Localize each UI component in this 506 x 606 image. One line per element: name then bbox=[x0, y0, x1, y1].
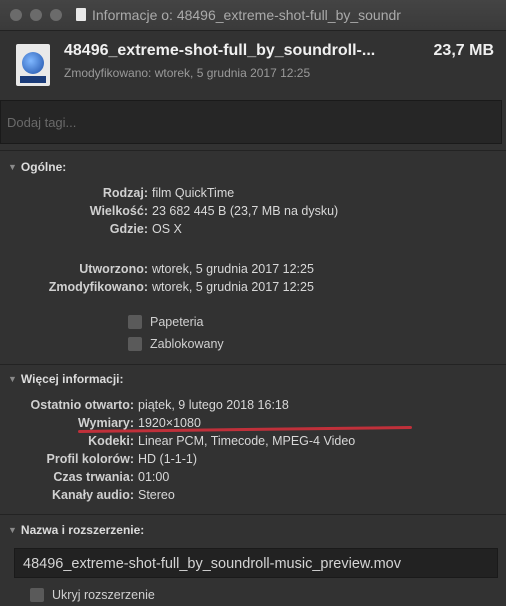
info-value-where: OS X bbox=[152, 222, 182, 236]
hide-extension-label: Ukryj rozszerzenie bbox=[52, 588, 155, 602]
file-size: 23,7 MB bbox=[433, 42, 494, 59]
title-bar: Informacje o: 48496_extreme-shot-full_by… bbox=[0, 0, 506, 31]
info-row-modified: Zmodyfikowano: bbox=[0, 280, 148, 298]
file-name: 48496_extreme-shot-full_by_soundroll-... bbox=[64, 42, 376, 59]
info-value-modified: wtorek, 5 grudnia 2017 12:25 bbox=[152, 280, 314, 294]
info-row-last-opened: Ostatnio otwarto: bbox=[0, 398, 134, 416]
info-value-duration: 01:00 bbox=[138, 470, 170, 484]
window-title: Informacje o: 48496_extreme-shot-full_by… bbox=[92, 7, 401, 23]
info-row-color-profile: Profil kolorów: bbox=[0, 452, 135, 470]
divider bbox=[0, 364, 506, 365]
info-label: Gdzie: bbox=[109, 222, 148, 236]
disclosure-triangle-icon[interactable]: ▼ bbox=[8, 162, 17, 172]
hide-extension-checkbox[interactable] bbox=[30, 588, 44, 602]
info-label: Wielkość: bbox=[89, 204, 148, 218]
info-value-color-profile: HD (1-1-1) bbox=[138, 452, 198, 466]
info-label: Utworzono: bbox=[79, 262, 148, 276]
info-row-where: Gdzie: bbox=[0, 222, 148, 240]
document-icon bbox=[76, 8, 86, 21]
tags-input[interactable] bbox=[0, 100, 502, 144]
info-row-codecs: Kodeki: bbox=[0, 434, 134, 452]
info-value-audio-channels: Stereo bbox=[138, 488, 175, 502]
stationery-checkbox[interactable] bbox=[128, 315, 142, 329]
info-value-created: wtorek, 5 grudnia 2017 12:25 bbox=[152, 262, 314, 276]
info-label: Rodzaj: bbox=[102, 186, 148, 200]
file-modified: Zmodyfikowano: wtorek, 5 grudnia 2017 12… bbox=[64, 66, 311, 80]
info-label: Kanały audio: bbox=[52, 488, 134, 502]
info-row-kind: Rodzaj: bbox=[0, 186, 148, 204]
divider bbox=[0, 150, 506, 151]
section-name-ext-header[interactable]: ▼ Nazwa i rozszerzenie: bbox=[8, 523, 144, 537]
info-label: Kodeki: bbox=[88, 434, 134, 448]
info-label: Zmodyfikowano: bbox=[48, 280, 148, 294]
info-row-duration: Czas trwania: bbox=[0, 470, 134, 488]
info-row-created: Utworzono: bbox=[0, 262, 148, 280]
divider bbox=[0, 514, 506, 515]
info-row-size: Wielkość: bbox=[0, 204, 148, 222]
close-window-button[interactable] bbox=[10, 9, 22, 21]
section-general-header[interactable]: ▼ Ogólne: bbox=[8, 160, 66, 174]
info-label: Profil kolorów: bbox=[46, 452, 135, 466]
info-label: Czas trwania: bbox=[53, 470, 134, 484]
file-header: 48496_extreme-shot-full_by_soundroll-...… bbox=[0, 30, 506, 100]
stationery-label: Papeteria bbox=[150, 315, 204, 329]
info-value-kind: film QuickTime bbox=[152, 186, 235, 200]
info-row-audio-channels: Kanały audio: bbox=[0, 488, 134, 506]
info-label: Ostatnio otwarto: bbox=[30, 398, 134, 412]
info-value-codecs: Linear PCM, Timecode, MPEG-4 Video bbox=[138, 434, 356, 448]
quicktime-file-icon bbox=[16, 44, 50, 86]
info-label: Wymiary: bbox=[77, 416, 134, 430]
info-value-last-opened: piątek, 9 lutego 2018 16:18 bbox=[138, 398, 289, 412]
minimize-window-button[interactable] bbox=[30, 9, 42, 21]
disclosure-triangle-icon[interactable]: ▼ bbox=[8, 374, 17, 384]
locked-checkbox[interactable] bbox=[128, 337, 142, 351]
info-value-size: 23 682 445 B (23,7 MB na dysku) bbox=[152, 204, 339, 218]
section-more-info-header[interactable]: ▼ Więcej informacji: bbox=[8, 372, 124, 386]
filename-input[interactable]: 48496_extreme-shot-full_by_soundroll-mus… bbox=[14, 548, 498, 578]
locked-label: Zablokowany bbox=[150, 337, 224, 351]
zoom-window-button[interactable] bbox=[50, 9, 62, 21]
disclosure-triangle-icon[interactable]: ▼ bbox=[8, 525, 17, 535]
